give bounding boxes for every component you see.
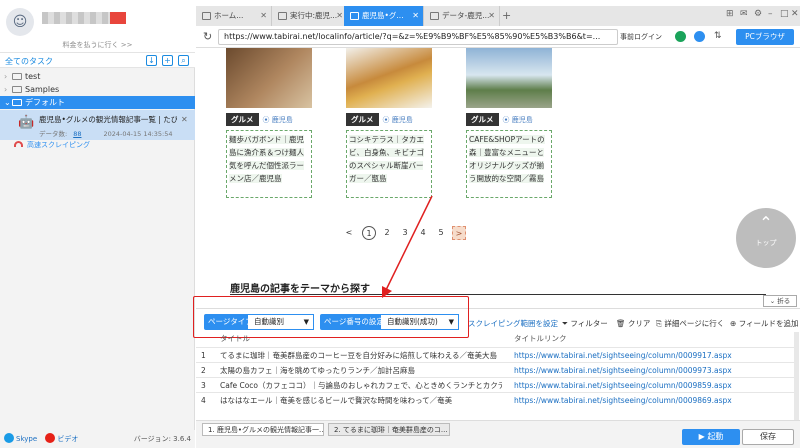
table-row[interactable]: 1 てるまに珈琲｜奄美群島産のコーヒー豆を自分好みに焙煎して味わえる／奄美大島 ht… xyxy=(196,347,796,362)
gear-icon[interactable]: ⚙ xyxy=(754,9,762,19)
column-header-title[interactable]: タイトル xyxy=(220,332,250,346)
table-row[interactable]: 2 太陽の島カフェ｜海を眺めてゆったりランチ／加計呂麻島 https://www.t… xyxy=(196,362,796,377)
maximize-icon[interactable]: □ xyxy=(780,9,789,19)
trash-icon: 🗑 xyxy=(616,319,626,328)
menu-grid-icon[interactable]: ⊞ xyxy=(726,9,734,19)
chevron-right-icon: › xyxy=(4,72,8,81)
annotation-arrow xyxy=(382,195,433,298)
page-icon xyxy=(430,12,439,20)
sidebar: ☺ 料金を払うに行く >> 全てのタスク ↓ + ⌕ › test › Sample… xyxy=(0,0,195,448)
import-icon[interactable]: ↓ xyxy=(146,55,157,66)
folder-icon xyxy=(12,86,22,93)
youtube-icon xyxy=(45,433,56,443)
avatar[interactable]: ☺ xyxy=(6,8,34,36)
close-icon[interactable]: ✕ xyxy=(412,6,419,26)
filter-button[interactable]: ⏷ フィルター xyxy=(562,318,608,329)
plus-circle-icon: ⊕ xyxy=(730,319,737,328)
robot-icon: 🤖 xyxy=(18,115,35,130)
play-icon: ▶ xyxy=(698,432,705,441)
task-meta: データ数: 88 2024-04-15 14:35:54 xyxy=(39,130,173,138)
chevron-right-icon: › xyxy=(4,85,8,94)
folder-test[interactable]: › test xyxy=(0,70,195,83)
close-window-icon[interactable]: ✕ xyxy=(791,9,799,19)
sidebar-footer: Skype ビデオ バージョン: 3.6.4 xyxy=(0,430,195,448)
task-item[interactable]: 🤖 鹿児島•グルメの観光情報記事一覧 | たびら... データ数:882024-… xyxy=(0,110,195,140)
task-date: 2024-04-15 14:35:54 xyxy=(103,130,173,138)
tab-running[interactable]: 実行中:鹿児... ✕ xyxy=(272,6,348,26)
preload-login-button[interactable]: 事前ログイン xyxy=(620,32,662,42)
username-mask-red xyxy=(110,12,126,24)
folder-samples[interactable]: › Samples xyxy=(0,83,195,96)
tab-data[interactable]: データ-鹿児... ✕ xyxy=(424,6,500,26)
close-icon[interactable]: ✕ xyxy=(336,6,343,26)
browser-tab-bar: ホーム... ✕ 実行中:鹿児... ✕ 鹿児島•グ... ✕ データ-鹿児... ✕ … xyxy=(196,6,800,26)
result-tab-1[interactable]: 1. 鹿児島•グルメの観光情報記事一... xyxy=(202,423,324,436)
clear-button[interactable]: 🗑 クリア xyxy=(616,318,650,329)
new-tab-icon[interactable]: + xyxy=(502,6,511,26)
table-row[interactable]: 3 Cafe Coco（カフェココ）｜与論島のおしゃれカフェで、心ときめくランチと… xyxy=(196,377,796,392)
table-row[interactable]: 4 はなはなエール｜奄美を感じるビールで贅沢な時間を味わって／奄美 https://… xyxy=(196,392,796,407)
chevron-down-icon: ⌄ xyxy=(4,98,11,107)
gift-icon[interactable]: ✉ xyxy=(740,9,748,19)
all-tasks-title[interactable]: 全てのタスク xyxy=(5,56,53,67)
data-table: タイトル タイトルリンク 1 てるまに珈琲｜奄美群島産のコーヒー豆を自分好みに焙煎… xyxy=(196,332,796,422)
speedometer-icon xyxy=(14,141,23,147)
sort-icon[interactable]: ⇅ xyxy=(714,31,722,41)
link-icon: ⎘ xyxy=(656,319,662,328)
folder-default[interactable]: ⌄ デフォルト xyxy=(0,96,195,109)
task-header: 全てのタスク ↓ + ⌕ xyxy=(0,52,195,68)
task-count[interactable]: 88 xyxy=(73,130,81,138)
bottom-bar: 1. 鹿児島•グルメの観光情報記事一... 2. てるまに珈琲｜奄美群島産のコ.… xyxy=(196,420,800,448)
folder-icon xyxy=(12,99,22,106)
search-task-icon[interactable]: ⌕ xyxy=(178,55,189,66)
folder-icon xyxy=(12,73,22,80)
start-button[interactable]: ▶ 起動 xyxy=(682,429,740,445)
close-icon[interactable]: ✕ xyxy=(181,115,188,124)
filter-icon: ⏷ xyxy=(562,319,568,328)
column-header-link[interactable]: タイトルリンク xyxy=(514,332,567,346)
tab-kagoshima[interactable]: 鹿児島•グ... ✕ xyxy=(344,6,424,26)
page-icon xyxy=(278,12,287,20)
minimize-icon[interactable]: – xyxy=(768,9,773,19)
skype-link[interactable]: Skype xyxy=(16,435,37,443)
close-icon[interactable]: ✕ xyxy=(260,6,267,26)
profile-area: ☺ 料金を払うに行く >> xyxy=(0,0,195,52)
extension-icon[interactable] xyxy=(675,31,686,42)
url-input[interactable]: https://www.tabirai.net/localinfo/articl… xyxy=(218,29,618,45)
video-link[interactable]: ビデオ xyxy=(57,435,78,443)
page-icon xyxy=(350,12,359,20)
save-button[interactable]: 保存 xyxy=(742,429,794,445)
close-icon[interactable]: ✕ xyxy=(488,6,495,26)
extension-icon[interactable] xyxy=(694,31,705,42)
version-label: バージョン: 3.6.4 xyxy=(133,435,191,443)
address-row: ↻ https://www.tabirai.net/localinfo/arti… xyxy=(196,26,800,48)
add-field-button[interactable]: ⊕ フィールドを追加 xyxy=(730,318,799,329)
new-task-icon[interactable]: + xyxy=(162,55,173,66)
upgrade-link[interactable]: 料金を払うに行く >> xyxy=(0,40,195,50)
pc-browser-button[interactable]: PCブラウザ xyxy=(736,29,794,45)
fast-scraping-link[interactable]: 高速スクレイピング xyxy=(14,140,90,150)
table-scrollbar[interactable] xyxy=(794,332,799,420)
result-tab-2[interactable]: 2. てるまに珈琲｜奄美群島産のコ... xyxy=(328,423,450,436)
scraping-range-link[interactable]: スクレイピング範囲を設定 xyxy=(468,318,558,329)
page-icon xyxy=(202,12,211,20)
reload-icon[interactable]: ↻ xyxy=(203,30,212,43)
skype-icon xyxy=(4,433,14,443)
tab-home[interactable]: ホーム... ✕ xyxy=(196,6,272,26)
task-name: 鹿児島•グルメの観光情報記事一覧 | たびら... xyxy=(39,115,177,124)
detail-page-button[interactable]: ⎘ 詳細ページに行く xyxy=(656,318,724,329)
